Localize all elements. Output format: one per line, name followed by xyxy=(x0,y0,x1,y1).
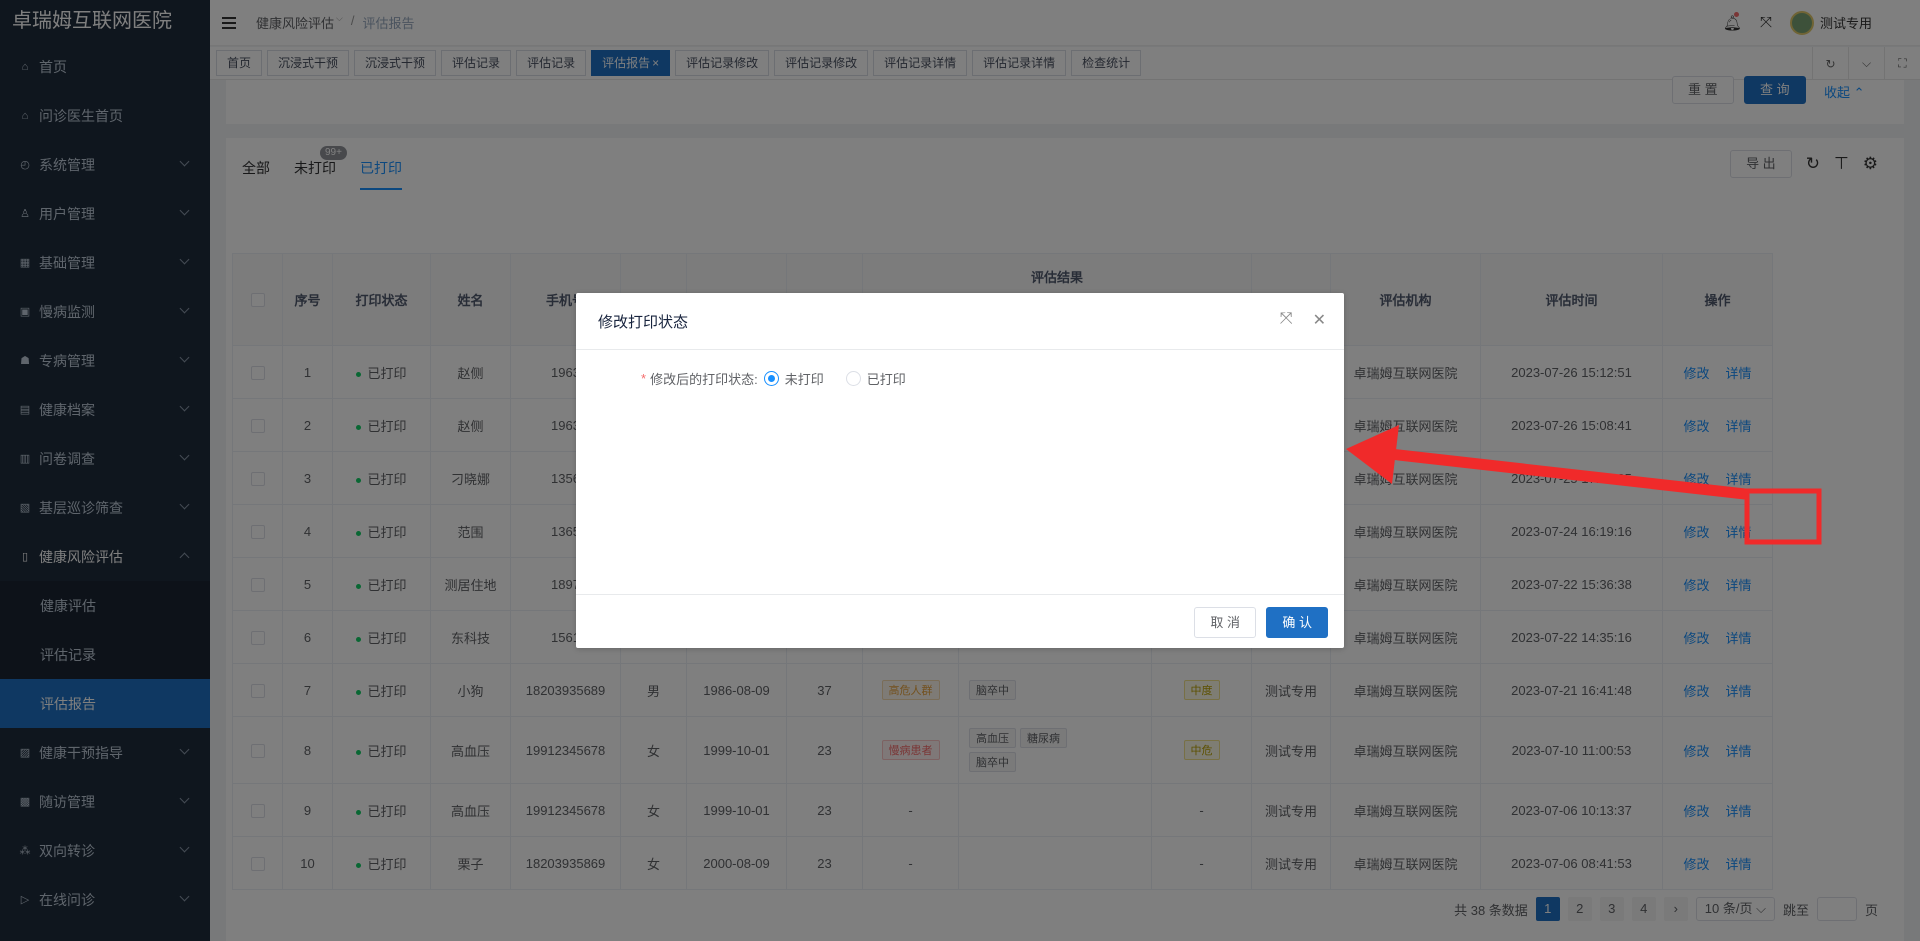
radio-printed[interactable]: 已打印 xyxy=(845,369,906,388)
confirm-button[interactable]: 确 认 xyxy=(1266,607,1328,638)
dialog-footer: 取 消 确 认 xyxy=(576,594,1344,648)
dialog-body: * 修改后的打印状态: 未打印 已打印 xyxy=(576,351,1344,539)
radio-unprinted-circle[interactable] xyxy=(763,371,779,386)
radio-printed-circle[interactable] xyxy=(845,371,861,386)
edit-print-status-dialog: 修改打印状态 ⤧ ✕ * 修改后的打印状态: 未打印 已打印 取 消 确 认 xyxy=(576,293,1344,648)
dialog-title: 修改打印状态 xyxy=(576,293,1344,350)
radio-printed-label[interactable]: 已打印 xyxy=(867,369,906,388)
cancel-button[interactable]: 取 消 xyxy=(1194,607,1256,638)
radio-unprinted-label[interactable]: 未打印 xyxy=(785,369,824,388)
radio-unprinted[interactable]: 未打印 xyxy=(763,369,824,388)
dialog-controls: ⤧ ✕ xyxy=(1280,310,1326,330)
close-icon[interactable]: ✕ xyxy=(1313,310,1326,330)
field-label: 修改后的打印状态: xyxy=(650,372,758,387)
required-marker: * xyxy=(641,371,647,386)
print-status-field: * 修改后的打印状态: 未打印 已打印 xyxy=(641,369,922,388)
fullscreen-icon[interactable]: ⤧ xyxy=(1280,310,1293,330)
